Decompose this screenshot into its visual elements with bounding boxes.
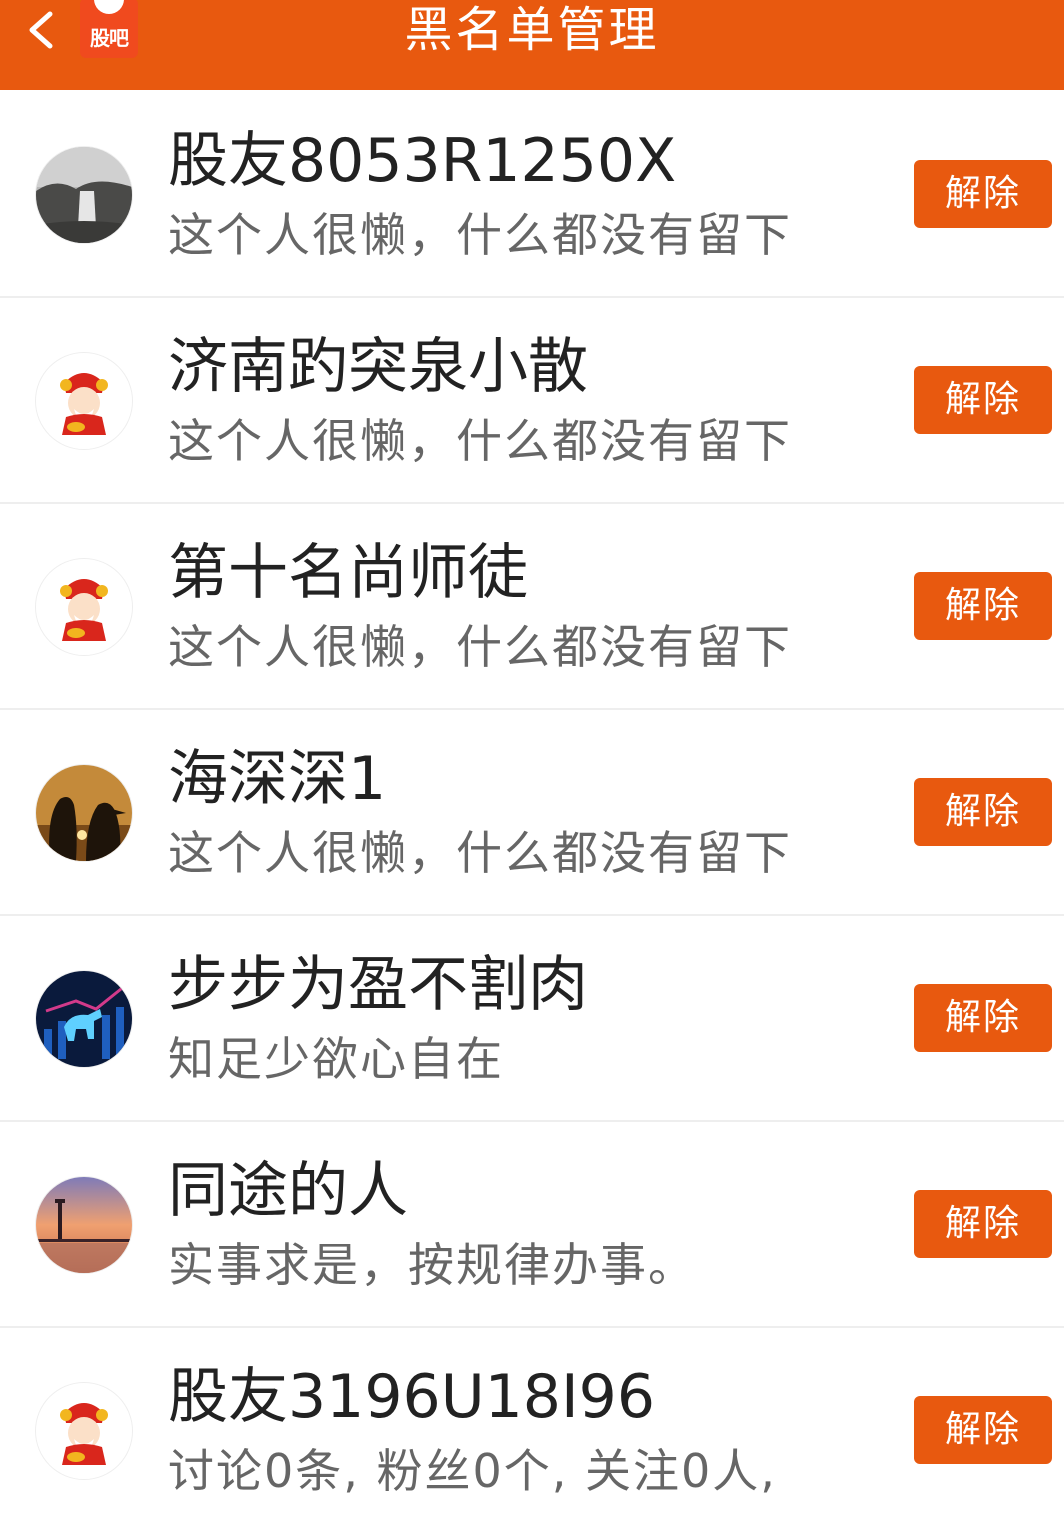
unblock-button[interactable]: 解除 [914, 984, 1052, 1052]
unblock-button[interactable]: 解除 [914, 1396, 1052, 1464]
avatar[interactable] [36, 971, 132, 1067]
list-item: 同途的人 实事求是，按规律办事。 解除 [0, 1122, 1064, 1328]
user-name[interactable]: 济南趵突泉小散 [168, 332, 588, 402]
list-item: 步步为盈不割肉 知足少欲心自在 解除 [0, 916, 1064, 1122]
unblock-button[interactable]: 解除 [914, 366, 1052, 434]
user-name[interactable]: 步步为盈不割肉 [168, 950, 588, 1020]
fortune-god-icon [36, 559, 132, 655]
avatar[interactable] [36, 765, 132, 861]
blacklist: 股友8053R1250X 这个人很懒，什么都没有留下 解除 济南趵突泉小散 这个… [0, 92, 1064, 1534]
penguins-sunset-icon [36, 765, 132, 861]
avatar[interactable] [36, 559, 132, 655]
avatar[interactable] [36, 1383, 132, 1479]
fortune-god-icon [36, 353, 132, 449]
user-name[interactable]: 海深深1 [168, 744, 386, 814]
user-bio: 知足少欲心自在 [168, 1032, 504, 1086]
list-item: 股友8053R1250X 这个人很懒，什么都没有留下 解除 [0, 92, 1064, 298]
avatar[interactable] [36, 147, 132, 243]
unblock-button[interactable]: 解除 [914, 1190, 1052, 1258]
page-title: 黑名单管理 [404, 2, 660, 58]
app-header: 股吧 黑名单管理 [0, 0, 1064, 90]
unblock-button[interactable]: 解除 [914, 572, 1052, 640]
user-name[interactable]: 股友8053R1250X [168, 126, 676, 196]
list-item: 济南趵突泉小散 这个人很懒，什么都没有留下 解除 [0, 298, 1064, 504]
user-bio: 这个人很懒，什么都没有留下 [168, 414, 792, 468]
user-bio: 这个人很懒，什么都没有留下 [168, 620, 792, 674]
user-name[interactable]: 股友3196U18I96 [168, 1362, 655, 1432]
list-item: 第十名尚师徒 这个人很懒，什么都没有留下 解除 [0, 504, 1064, 710]
unblock-button[interactable]: 解除 [914, 160, 1052, 228]
list-item: 海深深1 这个人很懒，什么都没有留下 解除 [0, 710, 1064, 916]
avatar[interactable] [36, 353, 132, 449]
user-bio: 这个人很懒，什么都没有留下 [168, 826, 792, 880]
user-bio: 这个人很懒，什么都没有留下 [168, 208, 792, 262]
user-name[interactable]: 同途的人 [168, 1156, 408, 1226]
user-bio: 讨论0条, 粉丝0个, 关注0人, [168, 1444, 777, 1498]
blue-bull-icon [36, 971, 132, 1067]
user-name[interactable]: 第十名尚师徒 [168, 538, 528, 608]
list-item: 股友3196U18I96 讨论0条, 粉丝0个, 关注0人, 解除 [0, 1328, 1064, 1534]
waterfall-landscape-icon [36, 147, 132, 243]
lighthouse-sunset-icon [36, 1177, 132, 1273]
user-bio: 实事求是，按规律办事。 [168, 1238, 696, 1292]
avatar[interactable] [36, 1177, 132, 1273]
fortune-god-icon [36, 1383, 132, 1479]
unblock-button[interactable]: 解除 [914, 778, 1052, 846]
